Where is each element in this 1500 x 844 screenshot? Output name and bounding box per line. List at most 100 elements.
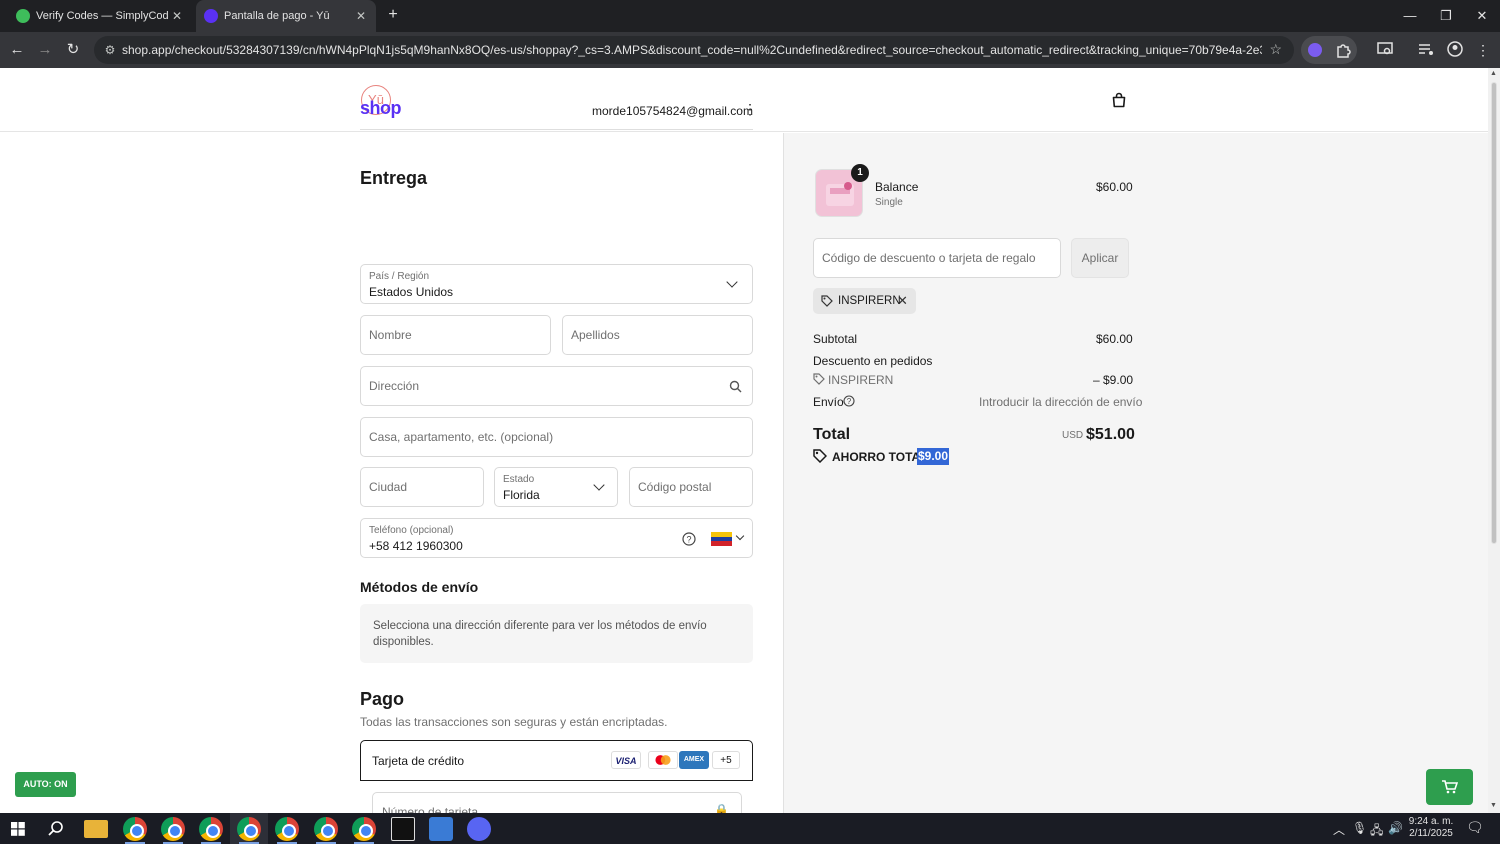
new-tab-icon[interactable]: + bbox=[384, 6, 402, 24]
search-icon[interactable] bbox=[47, 820, 65, 838]
tab-title: Pantalla de pago - Yū bbox=[224, 10, 330, 22]
forward-icon[interactable]: → bbox=[35, 40, 55, 60]
app-p-icon[interactable] bbox=[391, 817, 415, 841]
scroll-up-icon[interactable]: ▲ bbox=[1490, 70, 1497, 77]
control-panel-icon[interactable] bbox=[429, 817, 453, 841]
restore-icon[interactable]: ❐ bbox=[1428, 0, 1464, 32]
first-name-field[interactable]: Nombre bbox=[360, 315, 551, 355]
tag-icon bbox=[821, 295, 833, 307]
payment-title: Pago bbox=[360, 689, 405, 709]
address-placeholder: Dirección bbox=[369, 379, 420, 393]
apply-discount-button[interactable]: Aplicar bbox=[1071, 238, 1129, 278]
url-text[interactable]: shop.app/checkout/53284307139/cn/hWN4pPl… bbox=[122, 43, 1262, 57]
simplycodes-extension-icon[interactable] bbox=[1305, 40, 1325, 60]
shipping-methods-title: Métodos de envío bbox=[360, 579, 479, 595]
shopping-bag-icon[interactable] bbox=[1111, 92, 1127, 108]
windows-taskbar: ︿ 🎙 🖧 🔊 9:24 a. m. 2/11/2025 🗨 bbox=[0, 813, 1500, 844]
cast-icon[interactable] bbox=[1375, 40, 1395, 60]
help-circle-icon[interactable]: ? bbox=[843, 395, 855, 407]
file-explorer-icon[interactable] bbox=[84, 820, 108, 838]
checkout-page: Yū shop morde105754824@gmail.com ⋮ Entre… bbox=[0, 68, 1488, 813]
apartment-field[interactable]: Casa, apartamento, etc. (opcional) bbox=[360, 417, 753, 457]
venezuela-flag-icon[interactable] bbox=[711, 532, 732, 546]
card-number-placeholder: Número de tarjeta bbox=[382, 805, 479, 813]
extension-cart-button[interactable] bbox=[1426, 769, 1473, 805]
page-scrollbar[interactable]: ▲ ▼ bbox=[1488, 68, 1500, 813]
shipping-notice: Selecciona una dirección diferente para … bbox=[360, 604, 753, 663]
windows-start-icon[interactable] bbox=[11, 822, 25, 836]
country-label: País / Región bbox=[369, 271, 430, 282]
remove-discount-icon[interactable]: ✕ bbox=[897, 293, 908, 309]
scroll-down-icon[interactable]: ▼ bbox=[1490, 802, 1497, 809]
city-placeholder: Ciudad bbox=[369, 480, 408, 494]
discount-code-input[interactable]: Código de descuento o tarjeta de regalo bbox=[813, 238, 1061, 278]
country-select[interactable]: País / Región Estados Unidos bbox=[360, 264, 753, 304]
scrollbar-thumb[interactable] bbox=[1491, 82, 1497, 544]
microphone-icon[interactable]: 🎙 bbox=[1352, 821, 1367, 835]
quantity-badge: 1 bbox=[851, 164, 869, 182]
city-field[interactable]: Ciudad bbox=[360, 467, 484, 507]
system-clock[interactable]: 9:24 a. m. 2/11/2025 bbox=[1408, 816, 1454, 840]
bookmark-star-icon[interactable]: ☆ bbox=[1269, 41, 1282, 58]
close-tab-icon[interactable]: ✕ bbox=[168, 9, 186, 23]
browser-toolbar: ← → ↻ ⚙ shop.app/checkout/53284307139/cn… bbox=[0, 32, 1500, 68]
product-price: $60.00 bbox=[1096, 180, 1133, 194]
svg-text:?: ? bbox=[686, 535, 691, 545]
account-menu-icon[interactable]: ⋮ bbox=[743, 102, 757, 116]
puzzle-extensions-icon[interactable] bbox=[1333, 40, 1353, 60]
tag-icon bbox=[813, 373, 825, 385]
chevron-down-icon bbox=[735, 531, 745, 541]
tab-simplycodes[interactable]: Verify Codes — SimplyCodes ✕ bbox=[8, 0, 192, 32]
savings-label: AHORRO TOTAL bbox=[832, 450, 928, 464]
applied-code: INSPIRERN bbox=[838, 295, 901, 307]
order-summary-panel bbox=[783, 133, 1488, 813]
chrome-icon[interactable] bbox=[161, 817, 185, 841]
total-label: Total bbox=[813, 426, 851, 443]
chrome-icon[interactable] bbox=[199, 817, 223, 841]
total-value: $51.00 bbox=[1086, 426, 1135, 443]
address-bar[interactable]: ⚙ shop.app/checkout/53284307139/cn/hWN4p… bbox=[94, 36, 1294, 64]
applied-discount-chip: INSPIRERN ✕ bbox=[813, 288, 916, 314]
media-queue-icon[interactable] bbox=[1416, 40, 1436, 60]
tray-expand-icon[interactable]: ︿ bbox=[1333, 821, 1345, 838]
tab-checkout[interactable]: Pantalla de pago - Yū ✕ bbox=[196, 0, 376, 32]
chrome-icon[interactable] bbox=[237, 817, 261, 841]
chrome-icon[interactable] bbox=[314, 817, 338, 841]
shipping-notice-text: Selecciona una dirección diferente para … bbox=[373, 620, 707, 648]
site-info-icon[interactable]: ⚙ bbox=[102, 42, 118, 58]
clock-time: 9:24 a. m. bbox=[1408, 816, 1454, 827]
notifications-icon[interactable]: 🗨 bbox=[1466, 819, 1484, 836]
back-icon[interactable]: ← bbox=[7, 40, 27, 60]
phone-field[interactable]: Teléfono (opcional) +58 412 1960300 ? bbox=[360, 518, 753, 558]
card-number-field[interactable]: Número de tarjeta 🔒 bbox=[372, 792, 742, 813]
last-name-field[interactable]: Apellidos bbox=[562, 315, 753, 355]
store-header: Yū bbox=[0, 68, 1488, 132]
tab-title: Verify Codes — SimplyCodes bbox=[36, 10, 168, 22]
profile-icon[interactable] bbox=[1445, 40, 1465, 60]
credit-card-option[interactable]: Tarjeta de crédito VISA AMEX +5 bbox=[360, 740, 753, 781]
network-icon[interactable]: 🖧 bbox=[1370, 821, 1383, 842]
close-tab-icon[interactable]: ✕ bbox=[352, 9, 370, 23]
help-circle-icon[interactable]: ? bbox=[682, 532, 696, 546]
close-window-icon[interactable]: ✕ bbox=[1464, 0, 1500, 32]
extension-auto-toggle[interactable]: AUTO: ON bbox=[15, 772, 76, 797]
product-name: Balance bbox=[875, 180, 919, 194]
state-select[interactable]: Estado Florida bbox=[494, 467, 618, 507]
reload-icon[interactable]: ↻ bbox=[63, 40, 83, 60]
volume-icon[interactable]: 🔊 bbox=[1388, 821, 1403, 835]
shop-favicon-icon bbox=[204, 9, 218, 23]
apartment-placeholder: Casa, apartamento, etc. (opcional) bbox=[369, 430, 554, 444]
discount-code-label: INSPIRERN bbox=[828, 373, 894, 387]
zip-field[interactable]: Código postal bbox=[629, 467, 753, 507]
discord-icon[interactable] bbox=[467, 817, 491, 841]
browser-menu-icon[interactable]: ⋮ bbox=[1473, 40, 1493, 60]
subtotal-label: Subtotal bbox=[813, 332, 858, 346]
minimize-icon[interactable]: — bbox=[1392, 0, 1428, 32]
credit-card-label: Tarjeta de crédito bbox=[372, 754, 465, 768]
divider bbox=[360, 129, 753, 130]
shipping-label: Envío bbox=[813, 395, 844, 409]
address-field[interactable]: Dirección bbox=[360, 366, 753, 406]
chrome-icon[interactable] bbox=[275, 817, 299, 841]
chrome-icon[interactable] bbox=[352, 817, 376, 841]
chrome-icon[interactable] bbox=[123, 817, 147, 841]
